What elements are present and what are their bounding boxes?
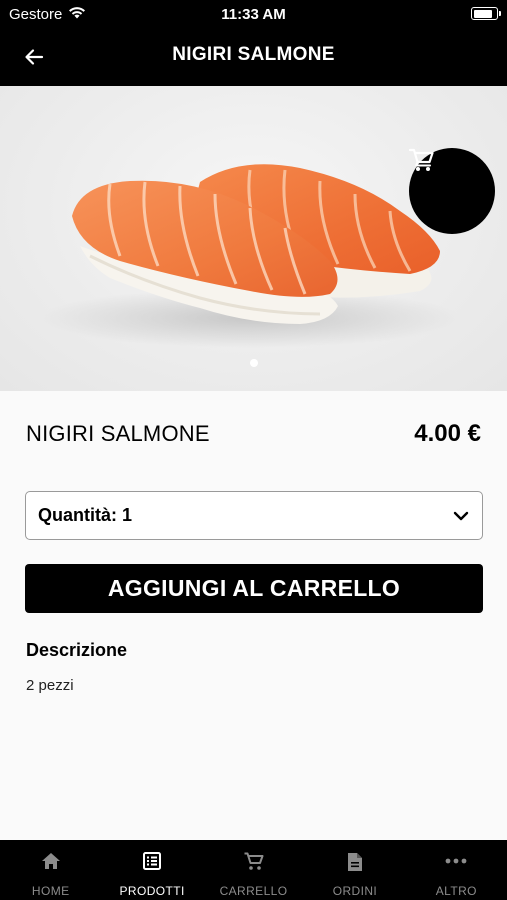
shopping-cart-icon	[409, 148, 434, 171]
description-heading: Descrizione	[26, 640, 128, 660]
quantity-value: Quantità: 1	[38, 505, 133, 525]
list-icon	[143, 852, 162, 870]
tab-label: ALTRO	[435, 884, 477, 898]
more-icon	[445, 858, 467, 864]
battery-icon	[471, 7, 501, 20]
product-name: NIGIRI SALMONE	[26, 421, 210, 446]
navigation-header: NIGIRI SALMONE	[0, 28, 507, 86]
tab-altro[interactable]: ALTRO	[406, 840, 507, 900]
page-title: NIGIRI SALMONE	[172, 44, 335, 65]
quantity-select[interactable]: Quantità: 1	[25, 491, 483, 540]
salmon-nigiri-image	[40, 164, 460, 348]
chevron-down-icon	[453, 511, 469, 521]
document-icon	[347, 853, 362, 871]
description-text: 2 pezzi	[26, 677, 74, 694]
product-price: 4.00 €	[414, 420, 481, 447]
bottom-tab-bar: HOME PRODOTTI CARRELLO ORDINI ALTRO	[0, 840, 507, 900]
tab-label: HOME	[31, 884, 70, 898]
tab-ordini[interactable]: ORDINI	[304, 840, 405, 900]
product-image-gallery[interactable]	[0, 86, 507, 391]
cart-floating-button[interactable]	[409, 148, 495, 234]
tab-home[interactable]: HOME	[0, 840, 101, 900]
status-bar: Gestore 11:33 AM	[0, 0, 507, 28]
page-dot[interactable]	[249, 359, 258, 367]
tab-carrello[interactable]: CARRELLO	[203, 840, 304, 900]
add-to-cart-button[interactable]: AGGIUNGI AL CARRELLO	[25, 564, 483, 613]
tab-label: CARRELLO	[219, 884, 288, 898]
home-icon	[41, 853, 60, 869]
gallery-page-indicator	[0, 359, 507, 367]
status-time: 11:33 AM	[221, 6, 286, 23]
tab-prodotti[interactable]: PRODOTTI	[101, 840, 202, 900]
top-bar: Gestore 11:33 AM NIGIRI SALMONE	[0, 0, 507, 86]
battery-fill	[473, 9, 493, 18]
tab-label: PRODOTTI	[119, 884, 185, 898]
cart-icon	[244, 852, 264, 870]
tab-label: ORDINI	[332, 884, 378, 898]
